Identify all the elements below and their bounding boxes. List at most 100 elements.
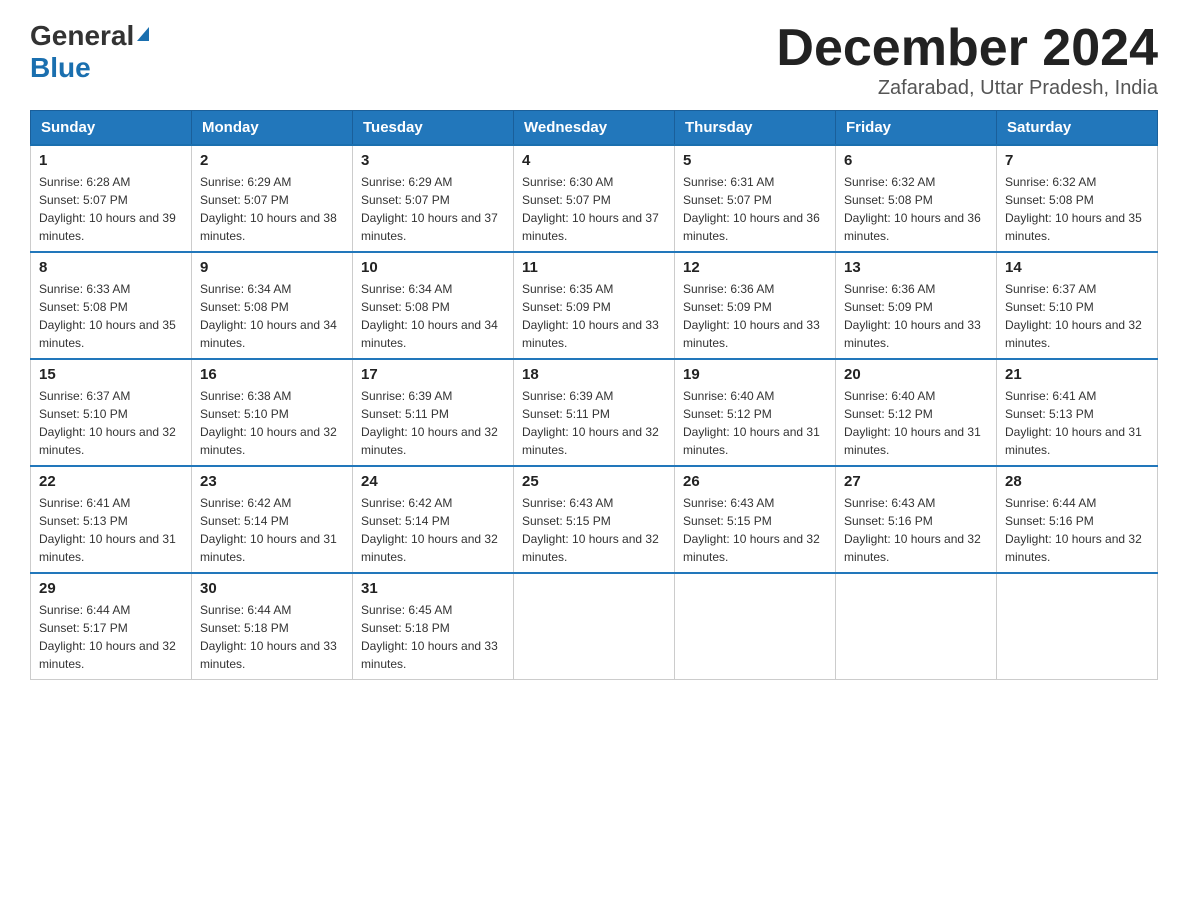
day-number: 7 (1005, 152, 1149, 169)
day-info: Sunrise: 6:36 AMSunset: 5:09 PMDaylight:… (844, 282, 981, 350)
calendar-cell: 15 Sunrise: 6:37 AMSunset: 5:10 PMDaylig… (31, 359, 192, 466)
day-info: Sunrise: 6:41 AMSunset: 5:13 PMDaylight:… (1005, 389, 1142, 457)
week-row-2: 8 Sunrise: 6:33 AMSunset: 5:08 PMDayligh… (31, 252, 1158, 359)
calendar-table: Sunday Monday Tuesday Wednesday Thursday… (30, 110, 1158, 680)
day-info: Sunrise: 6:31 AMSunset: 5:07 PMDaylight:… (683, 175, 820, 243)
calendar-cell: 18 Sunrise: 6:39 AMSunset: 5:11 PMDaylig… (514, 359, 675, 466)
day-info: Sunrise: 6:44 AMSunset: 5:17 PMDaylight:… (39, 603, 176, 671)
day-number: 3 (361, 152, 505, 169)
day-number: 25 (522, 473, 666, 490)
calendar-cell (836, 573, 997, 680)
day-number: 11 (522, 259, 666, 276)
week-row-4: 22 Sunrise: 6:41 AMSunset: 5:13 PMDaylig… (31, 466, 1158, 573)
calendar-cell (514, 573, 675, 680)
month-title: December 2024 (776, 20, 1158, 77)
day-number: 5 (683, 152, 827, 169)
day-number: 13 (844, 259, 988, 276)
day-info: Sunrise: 6:40 AMSunset: 5:12 PMDaylight:… (844, 389, 981, 457)
day-number: 14 (1005, 259, 1149, 276)
calendar-cell: 9 Sunrise: 6:34 AMSunset: 5:08 PMDayligh… (192, 252, 353, 359)
logo-triangle (137, 27, 149, 41)
calendar-cell: 17 Sunrise: 6:39 AMSunset: 5:11 PMDaylig… (353, 359, 514, 466)
day-number: 2 (200, 152, 344, 169)
week-row-1: 1 Sunrise: 6:28 AMSunset: 5:07 PMDayligh… (31, 145, 1158, 252)
day-number: 30 (200, 580, 344, 597)
day-info: Sunrise: 6:45 AMSunset: 5:18 PMDaylight:… (361, 603, 498, 671)
col-tuesday: Tuesday (353, 111, 514, 146)
day-number: 12 (683, 259, 827, 276)
calendar-cell: 22 Sunrise: 6:41 AMSunset: 5:13 PMDaylig… (31, 466, 192, 573)
day-info: Sunrise: 6:44 AMSunset: 5:18 PMDaylight:… (200, 603, 337, 671)
calendar-cell: 6 Sunrise: 6:32 AMSunset: 5:08 PMDayligh… (836, 145, 997, 252)
calendar-cell: 2 Sunrise: 6:29 AMSunset: 5:07 PMDayligh… (192, 145, 353, 252)
calendar-cell: 25 Sunrise: 6:43 AMSunset: 5:15 PMDaylig… (514, 466, 675, 573)
calendar-header-row: Sunday Monday Tuesday Wednesday Thursday… (31, 111, 1158, 146)
day-info: Sunrise: 6:36 AMSunset: 5:09 PMDaylight:… (683, 282, 820, 350)
calendar-cell: 24 Sunrise: 6:42 AMSunset: 5:14 PMDaylig… (353, 466, 514, 573)
calendar-cell (997, 573, 1158, 680)
calendar-cell: 19 Sunrise: 6:40 AMSunset: 5:12 PMDaylig… (675, 359, 836, 466)
col-monday: Monday (192, 111, 353, 146)
day-info: Sunrise: 6:34 AMSunset: 5:08 PMDaylight:… (200, 282, 337, 350)
day-info: Sunrise: 6:34 AMSunset: 5:08 PMDaylight:… (361, 282, 498, 350)
day-number: 29 (39, 580, 183, 597)
day-info: Sunrise: 6:43 AMSunset: 5:15 PMDaylight:… (683, 496, 820, 564)
day-number: 31 (361, 580, 505, 597)
calendar-cell: 8 Sunrise: 6:33 AMSunset: 5:08 PMDayligh… (31, 252, 192, 359)
calendar-cell: 20 Sunrise: 6:40 AMSunset: 5:12 PMDaylig… (836, 359, 997, 466)
day-info: Sunrise: 6:32 AMSunset: 5:08 PMDaylight:… (1005, 175, 1142, 243)
day-number: 26 (683, 473, 827, 490)
day-number: 28 (1005, 473, 1149, 490)
day-info: Sunrise: 6:30 AMSunset: 5:07 PMDaylight:… (522, 175, 659, 243)
day-number: 23 (200, 473, 344, 490)
calendar-cell: 29 Sunrise: 6:44 AMSunset: 5:17 PMDaylig… (31, 573, 192, 680)
col-thursday: Thursday (675, 111, 836, 146)
day-number: 4 (522, 152, 666, 169)
day-number: 16 (200, 366, 344, 383)
day-number: 24 (361, 473, 505, 490)
day-info: Sunrise: 6:43 AMSunset: 5:15 PMDaylight:… (522, 496, 659, 564)
day-number: 18 (522, 366, 666, 383)
day-info: Sunrise: 6:40 AMSunset: 5:12 PMDaylight:… (683, 389, 820, 457)
day-info: Sunrise: 6:33 AMSunset: 5:08 PMDaylight:… (39, 282, 176, 350)
day-number: 27 (844, 473, 988, 490)
location: Zafarabad, Uttar Pradesh, India (776, 77, 1158, 100)
page-header: General Blue December 2024 Zafarabad, Ut… (30, 20, 1158, 100)
day-number: 15 (39, 366, 183, 383)
day-info: Sunrise: 6:42 AMSunset: 5:14 PMDaylight:… (361, 496, 498, 564)
day-info: Sunrise: 6:32 AMSunset: 5:08 PMDaylight:… (844, 175, 981, 243)
col-wednesday: Wednesday (514, 111, 675, 146)
day-number: 1 (39, 152, 183, 169)
col-saturday: Saturday (997, 111, 1158, 146)
calendar-cell: 16 Sunrise: 6:38 AMSunset: 5:10 PMDaylig… (192, 359, 353, 466)
calendar-cell: 12 Sunrise: 6:36 AMSunset: 5:09 PMDaylig… (675, 252, 836, 359)
day-info: Sunrise: 6:44 AMSunset: 5:16 PMDaylight:… (1005, 496, 1142, 564)
day-number: 10 (361, 259, 505, 276)
day-info: Sunrise: 6:41 AMSunset: 5:13 PMDaylight:… (39, 496, 176, 564)
day-info: Sunrise: 6:29 AMSunset: 5:07 PMDaylight:… (200, 175, 337, 243)
day-info: Sunrise: 6:28 AMSunset: 5:07 PMDaylight:… (39, 175, 176, 243)
calendar-cell: 5 Sunrise: 6:31 AMSunset: 5:07 PMDayligh… (675, 145, 836, 252)
day-number: 19 (683, 366, 827, 383)
calendar-cell: 31 Sunrise: 6:45 AMSunset: 5:18 PMDaylig… (353, 573, 514, 680)
logo-blue: Blue (30, 52, 91, 83)
calendar-cell: 23 Sunrise: 6:42 AMSunset: 5:14 PMDaylig… (192, 466, 353, 573)
calendar-cell: 14 Sunrise: 6:37 AMSunset: 5:10 PMDaylig… (997, 252, 1158, 359)
calendar-cell: 27 Sunrise: 6:43 AMSunset: 5:16 PMDaylig… (836, 466, 997, 573)
calendar-cell: 10 Sunrise: 6:34 AMSunset: 5:08 PMDaylig… (353, 252, 514, 359)
calendar-cell: 26 Sunrise: 6:43 AMSunset: 5:15 PMDaylig… (675, 466, 836, 573)
day-info: Sunrise: 6:37 AMSunset: 5:10 PMDaylight:… (1005, 282, 1142, 350)
week-row-3: 15 Sunrise: 6:37 AMSunset: 5:10 PMDaylig… (31, 359, 1158, 466)
day-info: Sunrise: 6:42 AMSunset: 5:14 PMDaylight:… (200, 496, 337, 564)
day-info: Sunrise: 6:29 AMSunset: 5:07 PMDaylight:… (361, 175, 498, 243)
calendar-cell: 1 Sunrise: 6:28 AMSunset: 5:07 PMDayligh… (31, 145, 192, 252)
calendar-cell (675, 573, 836, 680)
calendar-cell: 30 Sunrise: 6:44 AMSunset: 5:18 PMDaylig… (192, 573, 353, 680)
calendar-cell: 13 Sunrise: 6:36 AMSunset: 5:09 PMDaylig… (836, 252, 997, 359)
col-sunday: Sunday (31, 111, 192, 146)
day-info: Sunrise: 6:43 AMSunset: 5:16 PMDaylight:… (844, 496, 981, 564)
day-info: Sunrise: 6:35 AMSunset: 5:09 PMDaylight:… (522, 282, 659, 350)
calendar-cell: 3 Sunrise: 6:29 AMSunset: 5:07 PMDayligh… (353, 145, 514, 252)
col-friday: Friday (836, 111, 997, 146)
calendar-cell: 7 Sunrise: 6:32 AMSunset: 5:08 PMDayligh… (997, 145, 1158, 252)
